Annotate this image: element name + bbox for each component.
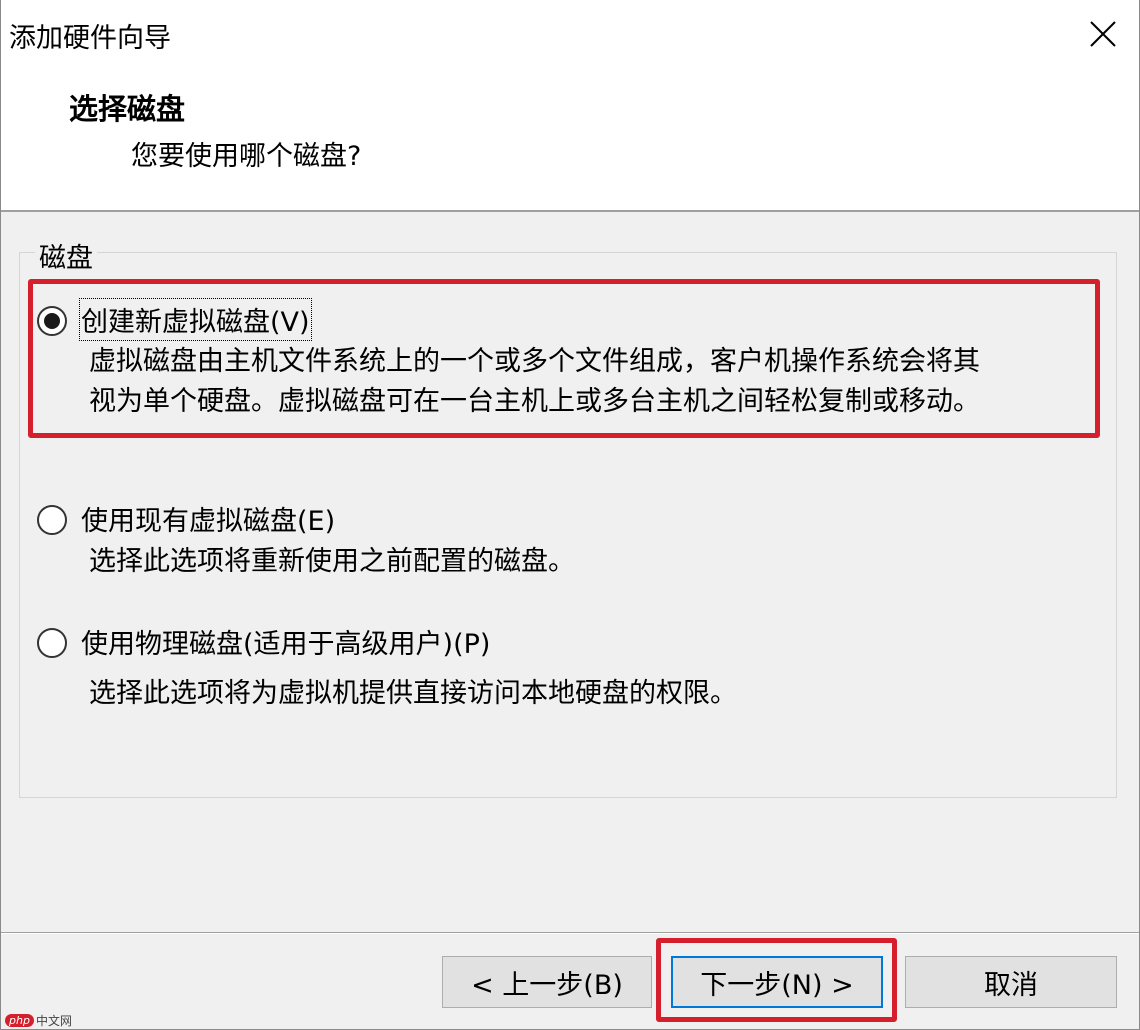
next-button[interactable]: 下一步(N) > (671, 956, 883, 1008)
add-hardware-wizard-dialog: 添加硬件向导 选择磁盘 您要使用哪个磁盘? 磁盘 创建新虚拟磁盘(V) 虚拟磁盘… (0, 0, 1140, 1030)
page-title: 选择磁盘 (69, 92, 186, 126)
option-desc-use-existing: 选择此选项将重新使用之前配置的磁盘。 (89, 542, 575, 582)
close-button[interactable] (1081, 12, 1125, 56)
radio-use-physical-disk[interactable] (37, 628, 67, 658)
title-bar: 添加硬件向导 (1, 0, 1139, 70)
wizard-header: 选择磁盘 您要使用哪个磁盘? (1, 70, 1139, 210)
radio-create-new-virtual-disk[interactable] (37, 306, 67, 336)
footer-divider-highlight (1, 933, 1139, 934)
option-label-create-new[interactable]: 创建新虚拟磁盘(V) (79, 298, 312, 341)
option-desc-line: 选择此选项将为虚拟机提供直接访问本地硬盘的权限。 (89, 678, 737, 709)
disk-group-label: 磁盘 (35, 236, 97, 275)
close-icon (1090, 21, 1116, 47)
cancel-button[interactable]: 取消 (905, 956, 1117, 1008)
option-desc-line: 选择此选项将重新使用之前配置的磁盘。 (89, 546, 575, 577)
radio-use-existing-virtual-disk[interactable] (37, 505, 67, 535)
option-desc-create-new: 虚拟磁盘由主机文件系统上的一个或多个文件组成，客户机操作系统会将其 视为单个硬盘… (89, 342, 980, 422)
option-label-use-existing[interactable]: 使用现有虚拟磁盘(E) (81, 499, 335, 538)
option-desc-line: 视为单个硬盘。虚拟磁盘可在一台主机上或多台主机之间轻松复制或移动。 (89, 386, 980, 417)
option-desc-line: 虚拟磁盘由主机文件系统上的一个或多个文件组成，客户机操作系统会将其 (89, 346, 980, 377)
option-desc-use-physical: 选择此选项将为虚拟机提供直接访问本地硬盘的权限。 (89, 674, 737, 714)
window-title: 添加硬件向导 (9, 23, 171, 54)
page-subtitle: 您要使用哪个磁盘? (131, 141, 362, 172)
back-button[interactable]: < 上一步(B) (442, 956, 652, 1008)
watermark-text: 中文网 (35, 1014, 72, 1028)
header-divider (1, 210, 1139, 212)
watermark-logo: php (5, 1014, 34, 1027)
site-watermark: php 中文网 (5, 1012, 72, 1029)
option-label-use-physical[interactable]: 使用物理磁盘(适用于高级用户)(P) (81, 622, 490, 661)
